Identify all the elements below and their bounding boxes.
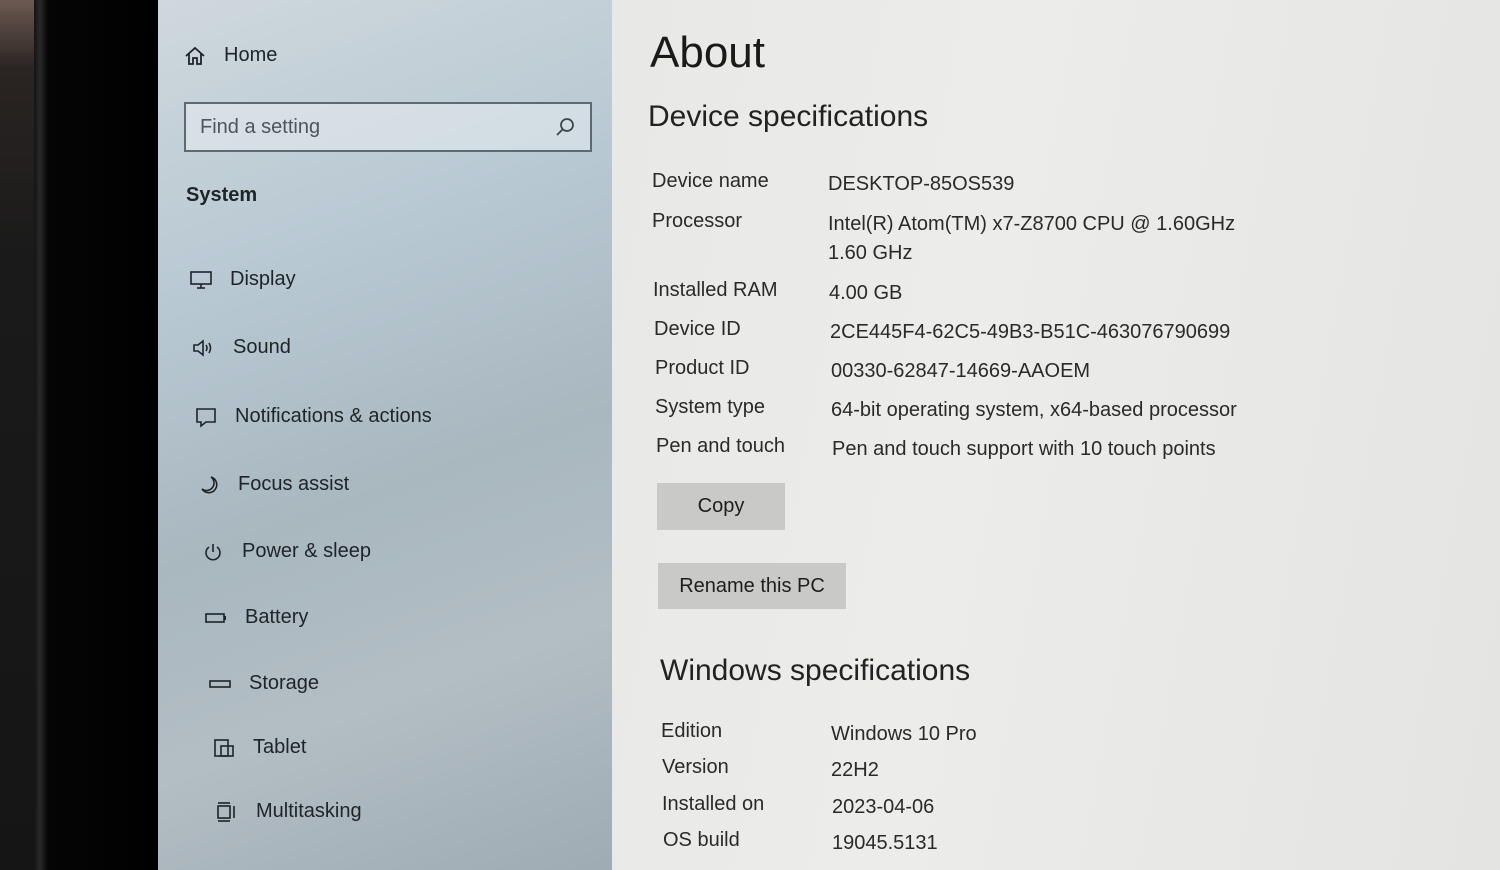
nav-item-label: Multitasking bbox=[256, 800, 362, 822]
nav-section-system: System bbox=[186, 184, 258, 206]
nav-item-display[interactable]: Display bbox=[188, 268, 296, 291]
spec-value: Pen and touch support with 10 touch poin… bbox=[832, 438, 1216, 460]
nav-item-label: Display bbox=[230, 268, 296, 290]
spec-label: Pen and touch bbox=[656, 435, 785, 457]
spec-value: DESKTOP-85OS539 bbox=[828, 173, 1015, 195]
multitasking-icon bbox=[214, 801, 240, 823]
power-icon bbox=[200, 541, 226, 563]
nav-item-storage[interactable]: Storage bbox=[207, 672, 319, 695]
spec-label: Device name bbox=[652, 170, 769, 192]
storage-icon bbox=[207, 673, 233, 695]
nav-home-label: Home bbox=[224, 44, 278, 66]
nav-item-label: Power & sleep bbox=[242, 540, 371, 562]
spec-value: 22H2 bbox=[831, 759, 879, 781]
spec-label: OS build bbox=[663, 829, 740, 851]
device-specs-heading: Device specifications bbox=[648, 100, 929, 133]
settings-nav-pane: Home System Display Sound Notifications … bbox=[158, 0, 630, 870]
nav-item-battery[interactable]: Battery bbox=[203, 606, 308, 629]
nav-home[interactable]: Home bbox=[182, 44, 277, 67]
nav-item-notifications[interactable]: Notifications & actions bbox=[193, 405, 432, 428]
speaker-icon bbox=[191, 337, 217, 359]
battery-icon bbox=[203, 607, 229, 629]
nav-item-label: Notifications & actions bbox=[235, 405, 432, 427]
about-page: About Device specifications Device name … bbox=[612, 0, 1500, 870]
windows-specs-heading: Windows specifications bbox=[660, 654, 971, 687]
rename-pc-button[interactable]: Rename this PC bbox=[658, 563, 846, 609]
monitor-edge bbox=[0, 0, 34, 870]
spec-value: 4.00 GB bbox=[829, 282, 903, 304]
spec-value-line2: 1.60 GHz bbox=[828, 242, 913, 264]
nav-item-label: Battery bbox=[245, 606, 309, 628]
tablet-icon bbox=[211, 737, 237, 759]
spec-value: 64-bit operating system, x64-based proce… bbox=[831, 399, 1237, 421]
nav-item-label: Focus assist bbox=[238, 473, 350, 495]
home-icon bbox=[182, 45, 208, 67]
page-title: About bbox=[650, 28, 765, 77]
spec-label: Version bbox=[662, 756, 729, 778]
spec-value: Intel(R) Atom(TM) x7-Z8700 CPU @ 1.60GHz bbox=[828, 213, 1236, 235]
nav-item-multitasking[interactable]: Multitasking bbox=[214, 800, 362, 823]
copy-button[interactable]: Copy bbox=[657, 483, 785, 530]
spec-value: 00330-62847-14669-AAOEM bbox=[831, 360, 1091, 382]
search-box[interactable] bbox=[184, 102, 592, 152]
nav-item-label: Tablet bbox=[253, 736, 307, 758]
nav-item-tablet[interactable]: Tablet bbox=[211, 736, 306, 759]
spec-value: Windows 10 Pro bbox=[831, 723, 977, 745]
nav-item-label: Storage bbox=[249, 672, 320, 694]
nav-item-power-sleep[interactable]: Power & sleep bbox=[200, 540, 371, 563]
search-input[interactable] bbox=[200, 115, 554, 139]
spec-value: 2023-04-06 bbox=[832, 796, 935, 818]
spec-label: Processor bbox=[652, 210, 743, 232]
nav-item-sound[interactable]: Sound bbox=[191, 336, 291, 359]
search-icon[interactable] bbox=[554, 116, 576, 138]
spec-label: System type bbox=[655, 396, 766, 418]
nav-item-label: Sound bbox=[233, 336, 291, 358]
spec-label: Edition bbox=[661, 720, 723, 742]
spec-value: 19045.5131 bbox=[832, 832, 938, 854]
nav-item-focus-assist[interactable]: Focus assist bbox=[196, 473, 349, 496]
notification-icon bbox=[193, 406, 219, 428]
spec-label: Device ID bbox=[654, 318, 741, 340]
moon-icon bbox=[196, 474, 222, 496]
spec-label: Installed on bbox=[662, 793, 765, 815]
spec-label: Product ID bbox=[655, 357, 750, 379]
monitor-icon bbox=[188, 269, 214, 291]
spec-label: Installed RAM bbox=[653, 279, 778, 301]
spec-value: 2CE445F4-62C5-49B3-B51C-463076790699 bbox=[830, 321, 1231, 343]
